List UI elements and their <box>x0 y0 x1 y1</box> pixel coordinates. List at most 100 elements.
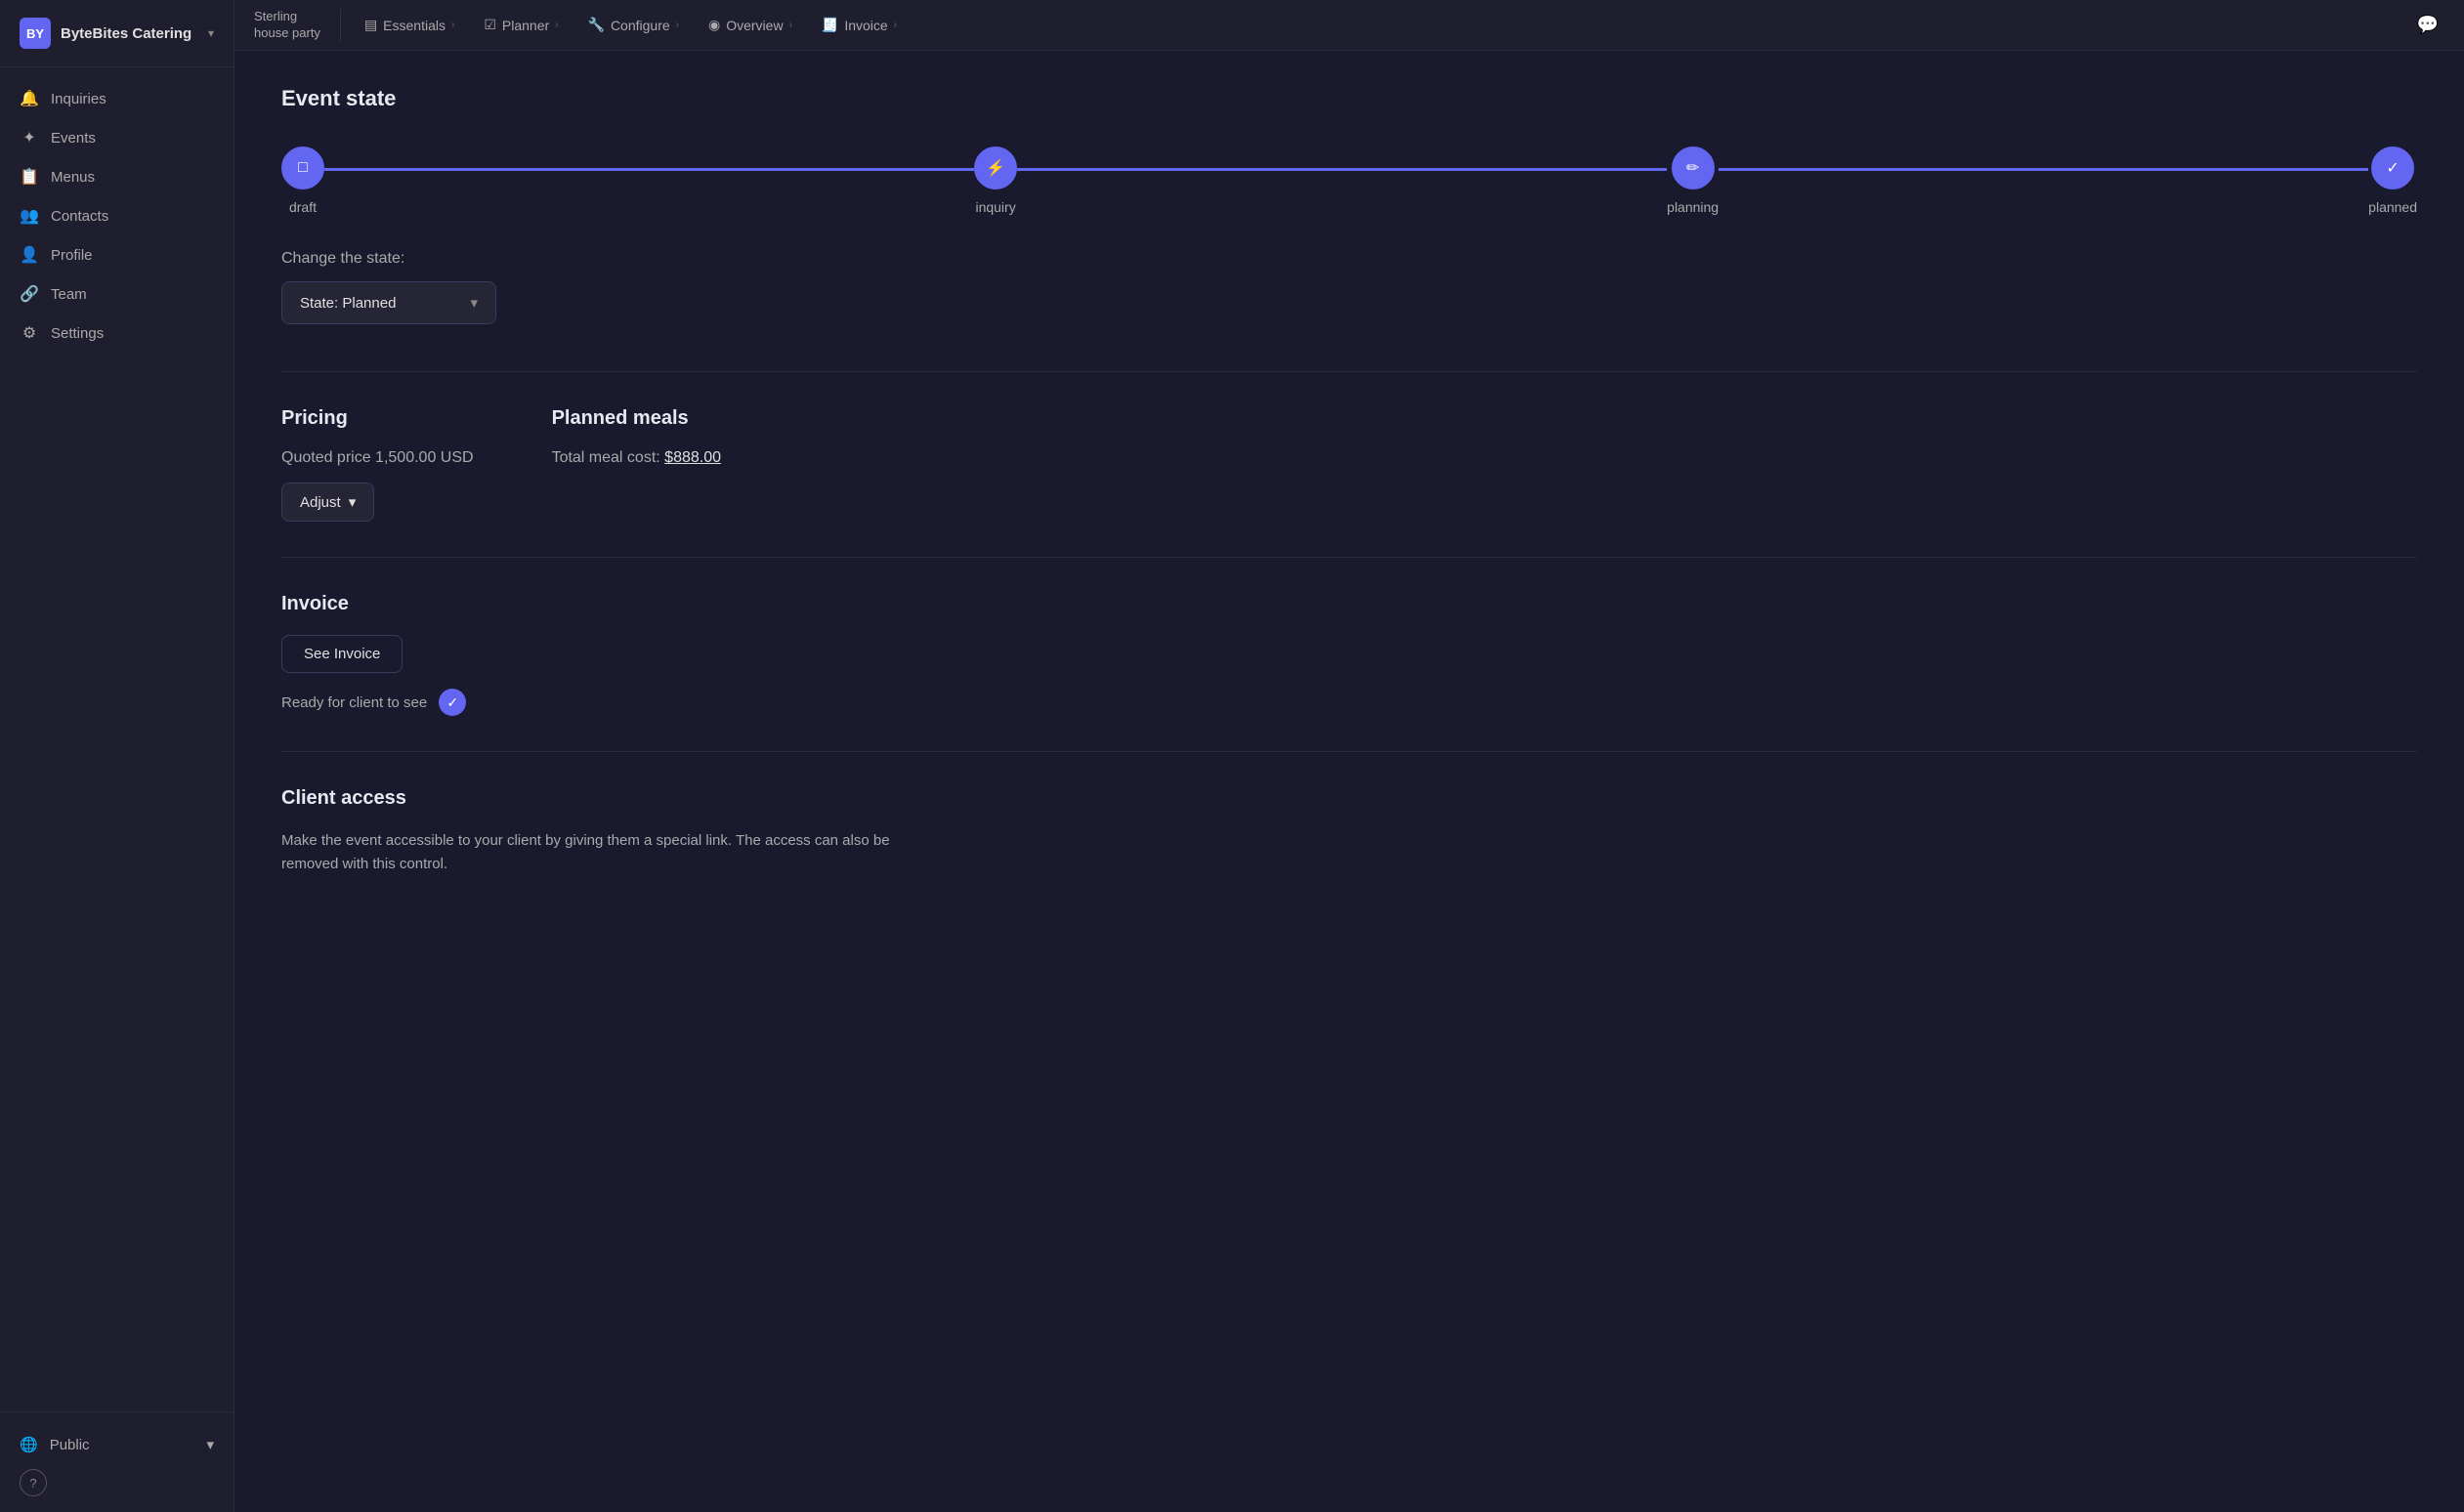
state-dropdown-chevron-icon: ▾ <box>470 294 478 312</box>
pricing-title: Pricing <box>281 407 474 430</box>
invoice-section: Invoice See Invoice Ready for client to … <box>281 593 2417 716</box>
ready-row: Ready for client to see ✓ <box>281 689 2417 716</box>
planner-icon: ☑ <box>484 17 496 33</box>
settings-icon: ⚙ <box>20 323 39 343</box>
inquiries-icon: 🔔 <box>20 89 39 108</box>
chat-icon[interactable]: 💬 <box>2411 9 2444 42</box>
essentials-icon: ▤ <box>364 17 377 33</box>
planned-label: planned <box>2368 199 2417 215</box>
sidebar-item-contacts[interactable]: 👥 Contacts <box>0 196 234 235</box>
draft-icon: □ <box>298 159 308 177</box>
sidebar-item-profile[interactable]: 👤 Profile <box>0 235 234 274</box>
state-line-2 <box>1017 168 1667 171</box>
sidebar-item-team[interactable]: 🔗 Team <box>0 274 234 314</box>
sidebar-item-label: Team <box>51 286 87 303</box>
sidebar-item-label: Profile <box>51 247 93 264</box>
state-step-inquiry: ⚡ inquiry <box>974 147 1017 215</box>
contacts-icon: 👥 <box>20 206 39 226</box>
planning-circle: ✏ <box>1672 147 1715 189</box>
invoice-chevron-icon: › <box>894 20 897 30</box>
sidebar-footer: 🌐 Public ▾ ? <box>0 1411 234 1512</box>
sidebar-item-label: Menus <box>51 169 95 186</box>
sidebar-item-settings[interactable]: ⚙ Settings <box>0 314 234 353</box>
sidebar-public-item[interactable]: 🌐 Public ▾ <box>20 1428 214 1461</box>
divider-3 <box>281 751 2417 752</box>
inquiry-icon: ⚡ <box>986 158 1005 178</box>
team-icon: 🔗 <box>20 284 39 304</box>
meal-cost-value[interactable]: $888.00 <box>664 449 721 466</box>
company-logo: BY <box>20 18 51 49</box>
menus-icon: 📋 <box>20 167 39 187</box>
planning-icon: ✏ <box>1686 158 1699 178</box>
tab-overview[interactable]: ◉ Overview › <box>695 9 806 41</box>
main: Sterling house party ▤ Essentials › ☑ Pl… <box>234 0 2464 1512</box>
client-access-section: Client access Make the event accessible … <box>281 787 2417 876</box>
sidebar-chevron-icon: ▾ <box>208 26 214 40</box>
event-state-title: Event state <box>281 86 2417 111</box>
state-line-3 <box>1719 168 2368 171</box>
overview-icon: ◉ <box>708 17 720 33</box>
state-step-planning: ✏ planning <box>1667 147 1719 215</box>
state-step-draft: □ draft <box>281 147 324 215</box>
public-left: 🌐 Public <box>20 1436 90 1453</box>
planned-meals-title: Planned meals <box>552 407 721 430</box>
tab-planner[interactable]: ☑ Planner › <box>470 9 572 41</box>
event-name: Sterling house party <box>254 9 341 42</box>
draft-label: draft <box>289 199 317 215</box>
events-icon: ✦ <box>20 128 39 147</box>
state-dropdown[interactable]: State: Planned ▾ <box>281 281 496 324</box>
state-stepper: □ draft ⚡ inquiry ✏ planning <box>281 139 2417 223</box>
sidebar-item-inquiries[interactable]: 🔔 Inquiries <box>0 79 234 118</box>
tab-essentials[interactable]: ▤ Essentials › <box>351 9 468 41</box>
configure-chevron-icon: › <box>676 20 679 30</box>
adjust-label: Adjust <box>300 494 341 511</box>
public-chevron-icon: ▾ <box>206 1436 214 1453</box>
divider-2 <box>281 557 2417 558</box>
draft-circle: □ <box>281 147 324 189</box>
content: Event state □ draft ⚡ inquiry <box>234 51 2464 1512</box>
sidebar-header[interactable]: BY ByteBites Catering ▾ <box>0 0 234 67</box>
sidebar: BY ByteBites Catering ▾ 🔔 Inquiries ✦ Ev… <box>0 0 234 1512</box>
sidebar-item-label: Settings <box>51 325 104 342</box>
public-label: Public <box>50 1437 90 1453</box>
client-access-title: Client access <box>281 787 2417 810</box>
ready-check-badge[interactable]: ✓ <box>439 689 466 716</box>
state-line-1 <box>324 168 974 171</box>
globe-icon: 🌐 <box>20 1436 38 1453</box>
sidebar-item-events[interactable]: ✦ Events <box>0 118 234 157</box>
sidebar-item-menus[interactable]: 📋 Menus <box>0 157 234 196</box>
meal-cost-label: Total meal cost: <box>552 449 660 466</box>
meal-cost-row: Total meal cost: $888.00 <box>552 449 721 467</box>
state-step-planned: ✓ planned <box>2368 147 2417 215</box>
adjust-button[interactable]: Adjust ▾ <box>281 483 374 522</box>
tab-label: Essentials <box>383 18 446 33</box>
tab-label: Overview <box>726 18 783 33</box>
planned-circle: ✓ <box>2371 147 2414 189</box>
adjust-chevron-icon: ▾ <box>349 493 357 511</box>
configure-icon: 🔧 <box>588 17 605 33</box>
state-dropdown-label: State: Planned <box>300 295 396 312</box>
tab-invoice[interactable]: 🧾 Invoice › <box>808 9 911 41</box>
see-invoice-button[interactable]: See Invoice <box>281 635 403 673</box>
divider-1 <box>281 371 2417 372</box>
inquiry-label: inquiry <box>975 199 1015 215</box>
planned-meals: Planned meals Total meal cost: $888.00 <box>552 407 721 522</box>
tab-configure[interactable]: 🔧 Configure › <box>574 9 693 41</box>
tab-label: Planner <box>502 18 549 33</box>
topbar-tabs: ▤ Essentials › ☑ Planner › 🔧 Configure ›… <box>341 9 911 41</box>
sidebar-item-label: Contacts <box>51 208 108 225</box>
profile-icon: 👤 <box>20 245 39 265</box>
pricing-left: Pricing Quoted price 1,500.00 USD Adjust… <box>281 407 474 522</box>
planner-chevron-icon: › <box>555 20 558 30</box>
ready-label: Ready for client to see <box>281 694 427 711</box>
tab-label: Invoice <box>844 18 887 33</box>
sidebar-nav: 🔔 Inquiries ✦ Events 📋 Menus 👥 Contacts … <box>0 67 234 1411</box>
tab-label: Configure <box>611 18 670 33</box>
help-button[interactable]: ? <box>20 1469 47 1496</box>
planning-label: planning <box>1667 199 1719 215</box>
change-state-label: Change the state: <box>281 250 2417 268</box>
topbar-right: 💬 <box>2411 9 2444 42</box>
sidebar-item-label: Events <box>51 130 96 147</box>
invoice-icon: 🧾 <box>822 17 838 33</box>
company-name: ByteBites Catering <box>61 25 191 42</box>
